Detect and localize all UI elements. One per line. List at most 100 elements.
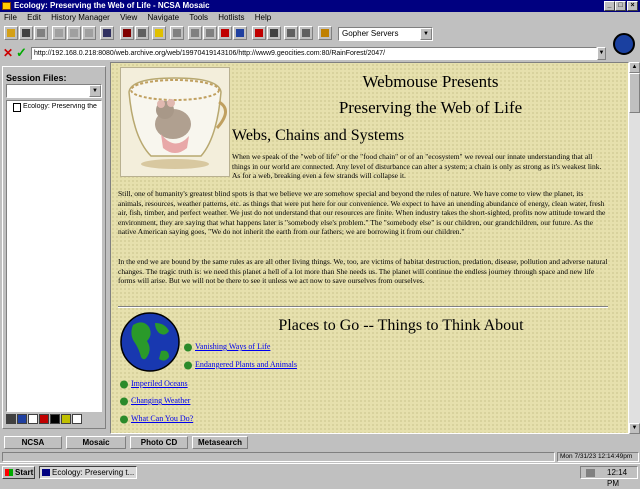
session-select[interactable]: ▼: [6, 84, 102, 98]
menu-history-manager[interactable]: History Manager: [47, 12, 114, 23]
start-button[interactable]: Start: [2, 466, 35, 479]
reload-button[interactable]: [233, 26, 247, 40]
menu-tools[interactable]: Tools: [185, 12, 212, 23]
disk-icon: [22, 29, 30, 37]
link-vanishing-ways[interactable]: Vanishing Ways of Life: [183, 342, 270, 352]
news-icon: [302, 29, 310, 37]
link-label[interactable]: Vanishing Ways of Life: [195, 342, 270, 351]
book-icon: [123, 29, 131, 37]
annotate-button[interactable]: [135, 26, 149, 40]
link-label[interactable]: Endangered Plants and Animals: [195, 360, 297, 369]
stop-icon: [221, 29, 229, 37]
open-folder-button[interactable]: [4, 26, 18, 40]
properties-button[interactable]: [170, 26, 184, 40]
link-imperiled-oceans[interactable]: Imperiled Oceans: [119, 379, 188, 389]
paragraph-intro: When we speak of the "web of life" or th…: [232, 152, 602, 180]
menu-edit[interactable]: Edit: [23, 12, 45, 23]
url-input[interactable]: http://192.168.0.218:8080/web.archive.or…: [31, 47, 597, 60]
view-icon[interactable]: [6, 414, 16, 424]
title-bar: Ecology: Preserving the Web of Life - NC…: [0, 0, 640, 12]
globe-small-icon[interactable]: [17, 414, 27, 424]
url-history-dropdown[interactable]: ▼: [597, 47, 606, 60]
forward-arrow-icon: [206, 29, 214, 37]
copy-icon: [70, 29, 78, 37]
scroll-down-icon[interactable]: ▼: [629, 423, 640, 434]
speaker-icon[interactable]: [586, 469, 595, 477]
home-button[interactable]: [252, 26, 266, 40]
forward-button[interactable]: [203, 26, 217, 40]
scroll-up-icon[interactable]: ▲: [629, 62, 640, 73]
menu-view[interactable]: View: [116, 12, 141, 23]
hotlist-button[interactable]: [267, 26, 281, 40]
news-button[interactable]: [299, 26, 313, 40]
telnet-button[interactable]: [318, 26, 332, 40]
page-title: Webmouse Presents: [362, 72, 499, 91]
copy-button[interactable]: [67, 26, 81, 40]
delete-icon[interactable]: [39, 414, 49, 424]
home-icon: [255, 29, 263, 37]
back-button[interactable]: [188, 26, 202, 40]
menu-navigate[interactable]: Navigate: [144, 12, 184, 23]
link-label[interactable]: Changing Weather: [131, 396, 190, 405]
menu-help[interactable]: Help: [251, 12, 275, 23]
tab-mosaic[interactable]: Mosaic: [66, 436, 126, 449]
folder-icon: [7, 29, 15, 37]
go-check-icon[interactable]: ✓: [16, 46, 29, 59]
properties-icon: [173, 29, 181, 37]
taskbar-window-button[interactable]: Ecology: Preserving t...: [39, 466, 137, 479]
tray-clock[interactable]: 12:14 PM: [607, 468, 627, 488]
print-button[interactable]: [34, 26, 48, 40]
session-sidebar: Session Files: ▼ Ecology: Preserving the: [2, 66, 106, 429]
maximize-button[interactable]: □: [615, 1, 626, 11]
bookmark-button[interactable]: [120, 26, 134, 40]
menu-file[interactable]: File: [0, 12, 21, 23]
windows-taskbar: Start Ecology: Preserving t... 12:14 PM: [0, 463, 640, 488]
vertical-scrollbar[interactable]: ▲ ▼: [629, 62, 640, 434]
save-button[interactable]: [19, 26, 33, 40]
toolbar: Gopher Servers ▼: [0, 24, 640, 44]
link-label[interactable]: Imperiled Oceans: [131, 379, 188, 388]
chevron-down-icon[interactable]: ▼: [89, 85, 101, 97]
page-content: Webmouse Presents Preserving the Web of …: [110, 62, 629, 434]
folder-small-icon[interactable]: [61, 414, 71, 424]
find-button[interactable]: [100, 26, 114, 40]
status-message: [2, 452, 555, 462]
mail-button[interactable]: [284, 26, 298, 40]
session-item[interactable]: Ecology: Preserving the: [23, 103, 101, 110]
link-endangered-species[interactable]: Endangered Plants and Animals: [183, 360, 297, 370]
section-heading: Webs, Chains and Systems: [232, 127, 405, 144]
globe-bullet-icon: [119, 380, 129, 389]
save-icon[interactable]: [50, 414, 60, 424]
cut-button[interactable]: [52, 26, 66, 40]
help-icon[interactable]: [72, 414, 82, 424]
paste-button[interactable]: [82, 26, 96, 40]
link-what-can-you-do[interactable]: What Can You Do?: [119, 414, 193, 424]
link-changing-weather[interactable]: Changing Weather: [119, 396, 190, 406]
close-button[interactable]: ×: [627, 1, 638, 11]
page-icon[interactable]: [28, 414, 38, 424]
kiosk-button[interactable]: [152, 26, 166, 40]
chevron-down-icon[interactable]: ▼: [420, 28, 432, 40]
globe-bullet-icon: [119, 415, 129, 424]
link-label[interactable]: What Can You Do?: [131, 414, 193, 423]
divider: [118, 306, 608, 308]
cancel-x-icon[interactable]: ✕: [3, 47, 15, 59]
scroll-thumb[interactable]: [629, 73, 640, 113]
mosaic-globe-logo: [606, 24, 640, 64]
minimize-button[interactable]: _: [604, 1, 615, 11]
tab-metasearch[interactable]: Metasearch: [192, 436, 248, 449]
stop-button[interactable]: [218, 26, 232, 40]
earth-globe-image: [119, 311, 181, 373]
paragraph-blind-spots: Still, one of humanity's greatest blind …: [118, 189, 606, 236]
search-engine-select[interactable]: Gopher Servers ▼: [338, 27, 433, 41]
mosaic-small-icon: [42, 469, 50, 476]
globe-bullet-icon: [183, 361, 193, 370]
session-tree[interactable]: Ecology: Preserving the: [6, 100, 102, 412]
menu-hotlists[interactable]: Hotlists: [214, 12, 248, 23]
kiosk-icon: [155, 29, 163, 37]
tab-photo-cd[interactable]: Photo CD: [130, 436, 188, 449]
start-label: Start: [15, 468, 34, 477]
tab-ncsa[interactable]: NCSA: [4, 436, 62, 449]
session-files-label: Session Files:: [6, 73, 67, 83]
globe-bullet-icon: [183, 343, 193, 352]
